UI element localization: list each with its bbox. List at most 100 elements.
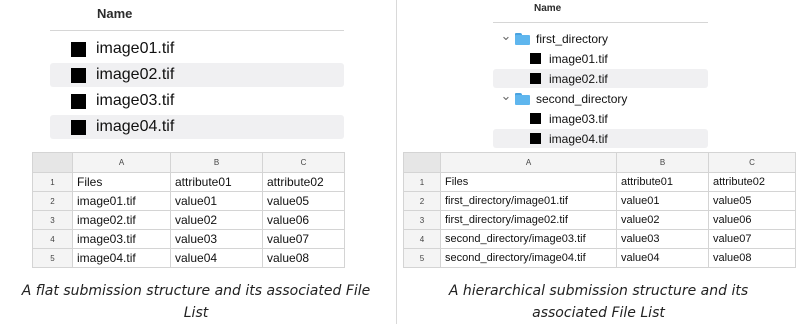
sheet-row: 5 image04.tif value04 value08 (32, 248, 345, 268)
chevron-down-icon[interactable]: ⌄ (500, 89, 512, 102)
file-name: image02.tif (549, 71, 608, 86)
sheet-cell[interactable]: image02.tif (72, 210, 171, 230)
sheet-cell[interactable]: value01 (170, 191, 263, 211)
folder-name: first_directory (536, 31, 609, 46)
sheet-row: 2 image01.tif value01 value05 (32, 191, 345, 211)
sheet-cell[interactable]: value08 (708, 248, 796, 268)
row-number[interactable]: 5 (32, 248, 73, 268)
sheet-cell[interactable]: value05 (708, 191, 796, 211)
sheet-cell[interactable]: value03 (616, 229, 709, 249)
sheet-cell[interactable]: first_directory/image02.tif (440, 210, 617, 230)
sheet-row: 4 second_directory/image03.tif value03 valu… (403, 229, 796, 249)
caption-line: List (183, 305, 209, 321)
sheet-cell[interactable]: value06 (262, 210, 345, 230)
file-row[interactable]: image02.tif (50, 63, 344, 87)
file-row[interactable]: image04.tif (493, 129, 708, 148)
row-number[interactable]: 5 (403, 248, 441, 268)
sheet-cell[interactable]: second_directory/image04.tif (440, 248, 617, 268)
file-name: image01.tif (549, 51, 608, 66)
column-header-a[interactable]: A (72, 152, 171, 173)
column-header-a[interactable]: A (440, 152, 617, 173)
header-divider (493, 22, 708, 23)
file-name: image03.tif (549, 111, 608, 126)
sheet-cell[interactable]: value05 (262, 191, 345, 211)
caption-line: A flat submission structure and its asso… (21, 283, 371, 299)
folder-icon (515, 92, 530, 105)
sheet-cell[interactable]: second_directory/image03.tif (440, 229, 617, 249)
sheet-cell[interactable]: value02 (170, 210, 263, 230)
sheet-cell[interactable]: value08 (262, 248, 345, 268)
name-column-header[interactable]: Name (97, 6, 132, 21)
sheet-row: 1 Files attribute01 attribute02 (32, 172, 345, 192)
sheet-row: 1 Files attribute01 attribute02 (403, 172, 796, 192)
sheet-cell[interactable]: value04 (616, 248, 709, 268)
sheet-cell[interactable]: Files (72, 172, 171, 192)
file-icon (530, 73, 541, 84)
row-number[interactable]: 3 (403, 210, 441, 230)
sheet-cell[interactable]: value02 (616, 210, 709, 230)
file-row[interactable]: image03.tif (50, 89, 344, 113)
sheet-cell[interactable]: attribute02 (262, 172, 345, 192)
sheet-cell[interactable]: first_directory/image01.tif (440, 191, 617, 211)
row-number[interactable]: 4 (403, 229, 441, 249)
file-icon (71, 67, 86, 83)
column-header-b[interactable]: B (170, 152, 263, 173)
row-number[interactable]: 2 (403, 191, 441, 211)
file-name: image04.tif (549, 131, 608, 146)
sheet-cell[interactable]: image01.tif (72, 191, 171, 211)
file-name: image04.tif (96, 118, 175, 135)
column-header-c[interactable]: C (708, 152, 796, 173)
sheet-cell[interactable]: value03 (170, 229, 263, 249)
sheet-cell[interactable]: value07 (708, 229, 796, 249)
file-icon (71, 93, 86, 109)
panel-divider (396, 0, 397, 324)
sheet-cell[interactable]: value06 (708, 210, 796, 230)
sheet-row: 2 first_directory/image01.tif value01 value… (403, 191, 796, 211)
file-row[interactable]: image01.tif (50, 37, 344, 61)
sheet-cell[interactable]: image04.tif (72, 248, 171, 268)
column-header-c[interactable]: C (262, 152, 345, 173)
chevron-down-icon[interactable]: ⌄ (500, 29, 512, 42)
corner-cell[interactable] (403, 152, 441, 173)
sheet-row: 4 image03.tif value03 value07 (32, 229, 345, 249)
folder-name: second_directory (536, 91, 628, 106)
file-icon (71, 119, 86, 135)
file-row[interactable]: image04.tif (50, 115, 344, 139)
file-row[interactable]: image02.tif (493, 69, 708, 88)
file-name: image02.tif (96, 66, 175, 83)
folder-row[interactable]: ⌄ first_directory (493, 29, 708, 48)
row-number[interactable]: 1 (32, 172, 73, 192)
figure-caption: A hierarchical submission structure and … (400, 280, 797, 324)
column-header-b[interactable]: B (616, 152, 709, 173)
row-number[interactable]: 4 (32, 229, 73, 249)
file-row[interactable]: image03.tif (493, 109, 708, 128)
file-icon (71, 41, 86, 57)
sheet-cell[interactable]: value01 (616, 191, 709, 211)
column-header-row: A B C (403, 152, 796, 173)
sheet-cell[interactable]: image03.tif (72, 229, 171, 249)
file-name: image03.tif (96, 92, 175, 109)
folder-row[interactable]: ⌄ second_directory (493, 89, 708, 108)
row-number[interactable]: 3 (32, 210, 73, 230)
row-number[interactable]: 1 (403, 172, 441, 192)
file-icon (530, 53, 541, 64)
row-number[interactable]: 2 (32, 191, 73, 211)
file-icon (530, 133, 541, 144)
sheet-cell[interactable]: value04 (170, 248, 263, 268)
corner-cell[interactable] (32, 152, 73, 173)
file-list-spreadsheet: A B C 1 Files attribute01 attribute02 2 first… (403, 152, 796, 268)
file-row[interactable]: image01.tif (493, 49, 708, 68)
file-list-spreadsheet: A B C 1 Files attribute01 attribute02 2 image… (32, 152, 345, 268)
sheet-cell[interactable]: attribute02 (708, 172, 796, 192)
sheet-cell[interactable]: attribute01 (170, 172, 263, 192)
caption-line: associated File List (532, 305, 665, 321)
sheet-row: 3 first_directory/image02.tif value02 value… (403, 210, 796, 230)
hierarchical-structure-panel: Name ⌄ first_directory image01.tif image02.… (400, 0, 797, 324)
sheet-cell[interactable]: Files (440, 172, 617, 192)
flat-structure-panel: Name image01.tif image02.tif image03.tif im… (0, 0, 392, 324)
sheet-cell[interactable]: attribute01 (616, 172, 709, 192)
name-column-header[interactable]: Name (534, 3, 561, 14)
column-header-row: A B C (32, 152, 345, 173)
sheet-cell[interactable]: value07 (262, 229, 345, 249)
file-name: image01.tif (96, 40, 175, 57)
